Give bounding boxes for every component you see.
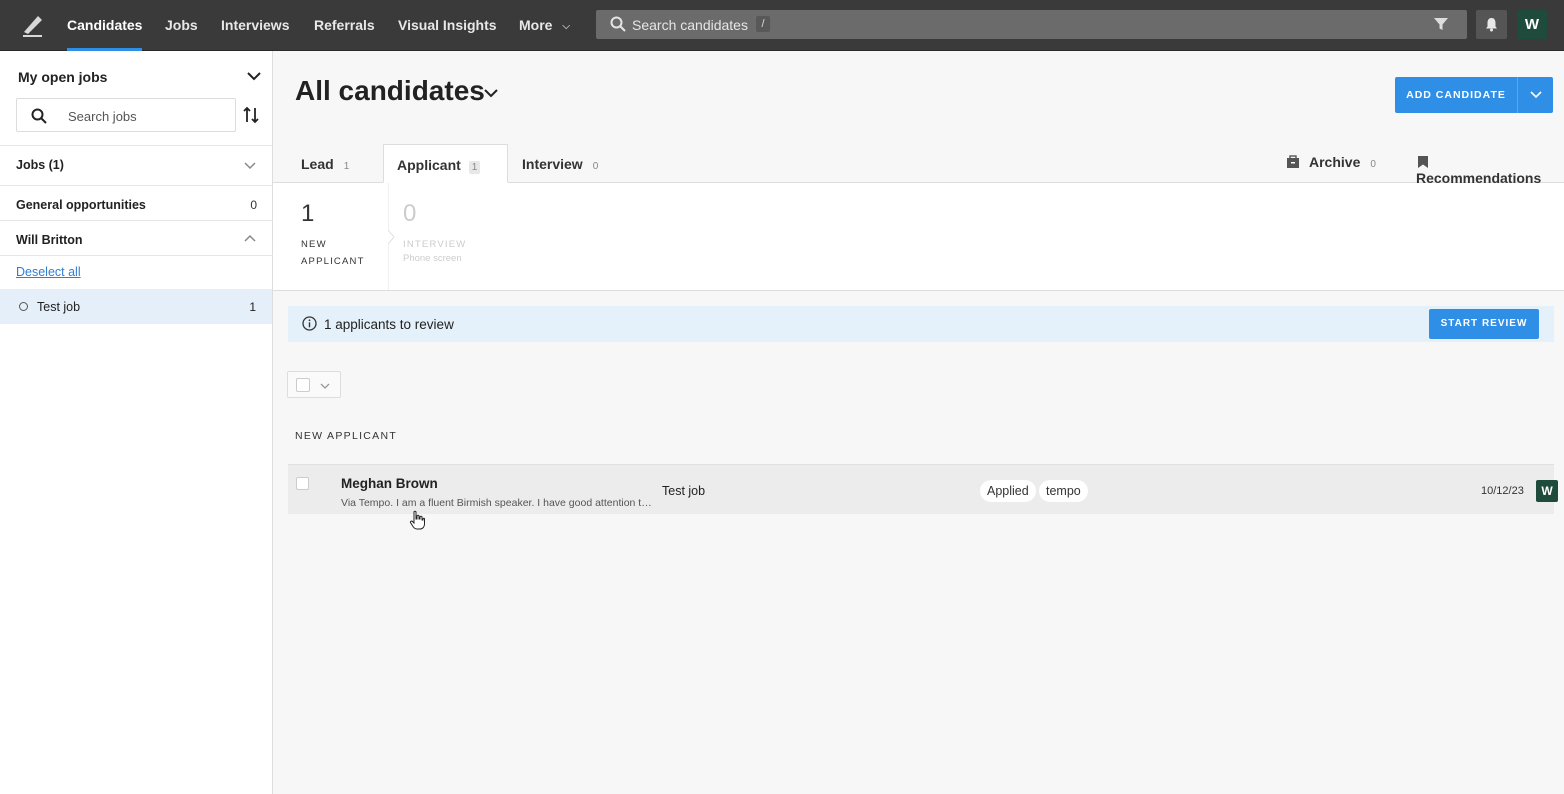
sidebar-job-item[interactable]: Test job 1 (0, 289, 272, 324)
nav-referrals[interactable]: Referrals (314, 17, 375, 51)
chevron-down-icon (244, 162, 256, 170)
user-avatar[interactable]: W (1517, 10, 1547, 39)
chevron-down-icon: ⌵ (562, 20, 570, 32)
chevron-down-icon[interactable] (483, 87, 499, 99)
add-candidate-dropdown-button[interactable] (1517, 77, 1553, 113)
nav-more[interactable]: More ⌵ (519, 17, 570, 51)
page-title[interactable]: All candidates (295, 75, 485, 107)
tab-applicant-label: Applicant (397, 157, 461, 173)
archive-count: 0 (1370, 159, 1376, 170)
job-item-count: 1 (249, 300, 256, 314)
candidate-tag[interactable]: tempo (1039, 480, 1088, 502)
chevron-down-icon[interactable] (246, 69, 262, 83)
owner-label: Will Britton (16, 233, 83, 247)
chevron-down-icon (320, 383, 330, 389)
section-label: NEW APPLICANT (295, 430, 398, 442)
nav-candidates[interactable]: Candidates (67, 17, 143, 51)
jobs-group-label: Jobs (1) (16, 158, 64, 172)
candidate-name[interactable]: Meghan Brown (341, 476, 438, 491)
review-banner: 1 applicants to review START REVIEW (288, 306, 1554, 342)
candidate-job: Test job (662, 484, 706, 498)
candidate-date: 10/12/23 (1481, 485, 1524, 497)
select-all-checkbox[interactable] (296, 378, 310, 392)
tab-interview[interactable]: Interview 0 (522, 144, 598, 183)
job-radio-icon[interactable] (19, 302, 28, 311)
owner-group-header[interactable]: Will Britton (0, 220, 273, 255)
lever-logo-icon[interactable] (20, 12, 46, 38)
nav-more-label: More (519, 17, 553, 33)
stage-label: INTERVIEW (403, 239, 467, 250)
hand-cursor-icon (409, 510, 425, 530)
stage-label: NEW APPLICANT (301, 239, 365, 267)
info-icon (302, 316, 317, 331)
stage-arrow-divider (388, 183, 395, 291)
tab-applicant-count: 1 (468, 161, 481, 174)
top-nav-bar: Candidates Jobs Interviews Referrals Vis… (0, 0, 1564, 51)
candidate-search-input[interactable]: Search candidates / (596, 10, 1467, 39)
add-candidate-button[interactable]: ADD CANDIDATE (1395, 77, 1517, 113)
filter-icon[interactable] (1433, 16, 1449, 32)
stage-count: 0 (403, 200, 417, 227)
search-icon (610, 16, 626, 32)
nav-jobs[interactable]: Jobs (165, 17, 198, 51)
sort-icon[interactable] (243, 106, 259, 124)
stage-sublabel: Phone screen (403, 253, 462, 264)
tab-interview-label: Interview (522, 156, 583, 172)
bell-icon (1486, 18, 1497, 32)
sidebar-title[interactable]: My open jobs (18, 69, 107, 85)
bookmark-icon (1418, 156, 1428, 168)
archive-tab[interactable]: Archive 0 (1286, 154, 1376, 170)
tab-lead[interactable]: Lead 1 (301, 144, 349, 183)
candidate-row[interactable]: Meghan Brown Via Tempo. I am a fluent Bi… (288, 464, 1558, 514)
tab-lead-label: Lead (301, 156, 334, 172)
jobs-sidebar: My open jobs Search jobs Jobs (1) Genera… (0, 51, 273, 794)
candidate-tag[interactable]: Applied (980, 480, 1036, 502)
archive-icon (1287, 155, 1299, 168)
deselect-all-link[interactable]: Deselect all (16, 265, 81, 279)
bulk-select-dropdown[interactable] (287, 371, 341, 398)
review-text: 1 applicants to review (324, 317, 454, 332)
general-opportunities-label: General opportunities (16, 198, 146, 212)
chevron-down-icon (1530, 91, 1542, 99)
notifications-button[interactable] (1476, 10, 1507, 39)
archive-label: Archive (1309, 154, 1361, 170)
pipeline-stages: 1 NEW APPLICANT 0 INTERVIEW Phone screen (273, 183, 1564, 291)
stage-count: 1 (301, 200, 315, 227)
search-icon (31, 108, 47, 124)
candidate-checkbox[interactable] (296, 477, 309, 490)
main-content: All candidates ADD CANDIDATE Lead 1 Appli… (273, 51, 1564, 794)
tab-applicant[interactable]: Applicant 1 (383, 144, 508, 183)
recommendations-tab[interactable]: Recommendations (1416, 154, 1564, 186)
tab-lead-count: 1 (343, 161, 350, 172)
search-shortcut-key: / (756, 16, 770, 32)
sidebar-divider (0, 255, 273, 256)
general-opportunities-row[interactable]: General opportunities 0 (0, 185, 273, 220)
job-item-label: Test job (37, 300, 81, 314)
search-placeholder: Search candidates (632, 17, 748, 33)
job-search-placeholder: Search jobs (68, 109, 137, 124)
jobs-group-header[interactable]: Jobs (1) (0, 145, 273, 180)
nav-interviews[interactable]: Interviews (221, 17, 289, 51)
chevron-up-icon (244, 234, 256, 242)
candidate-description: Via Tempo. I am a fluent Birmish speaker… (341, 497, 653, 509)
start-review-button[interactable]: START REVIEW (1429, 309, 1539, 339)
nav-visual-insights[interactable]: Visual Insights (398, 17, 497, 51)
owner-avatar[interactable]: W (1536, 480, 1558, 502)
general-opportunities-count: 0 (250, 198, 257, 212)
job-search-input[interactable]: Search jobs (16, 98, 236, 132)
tab-interview-count: 0 (592, 161, 599, 172)
